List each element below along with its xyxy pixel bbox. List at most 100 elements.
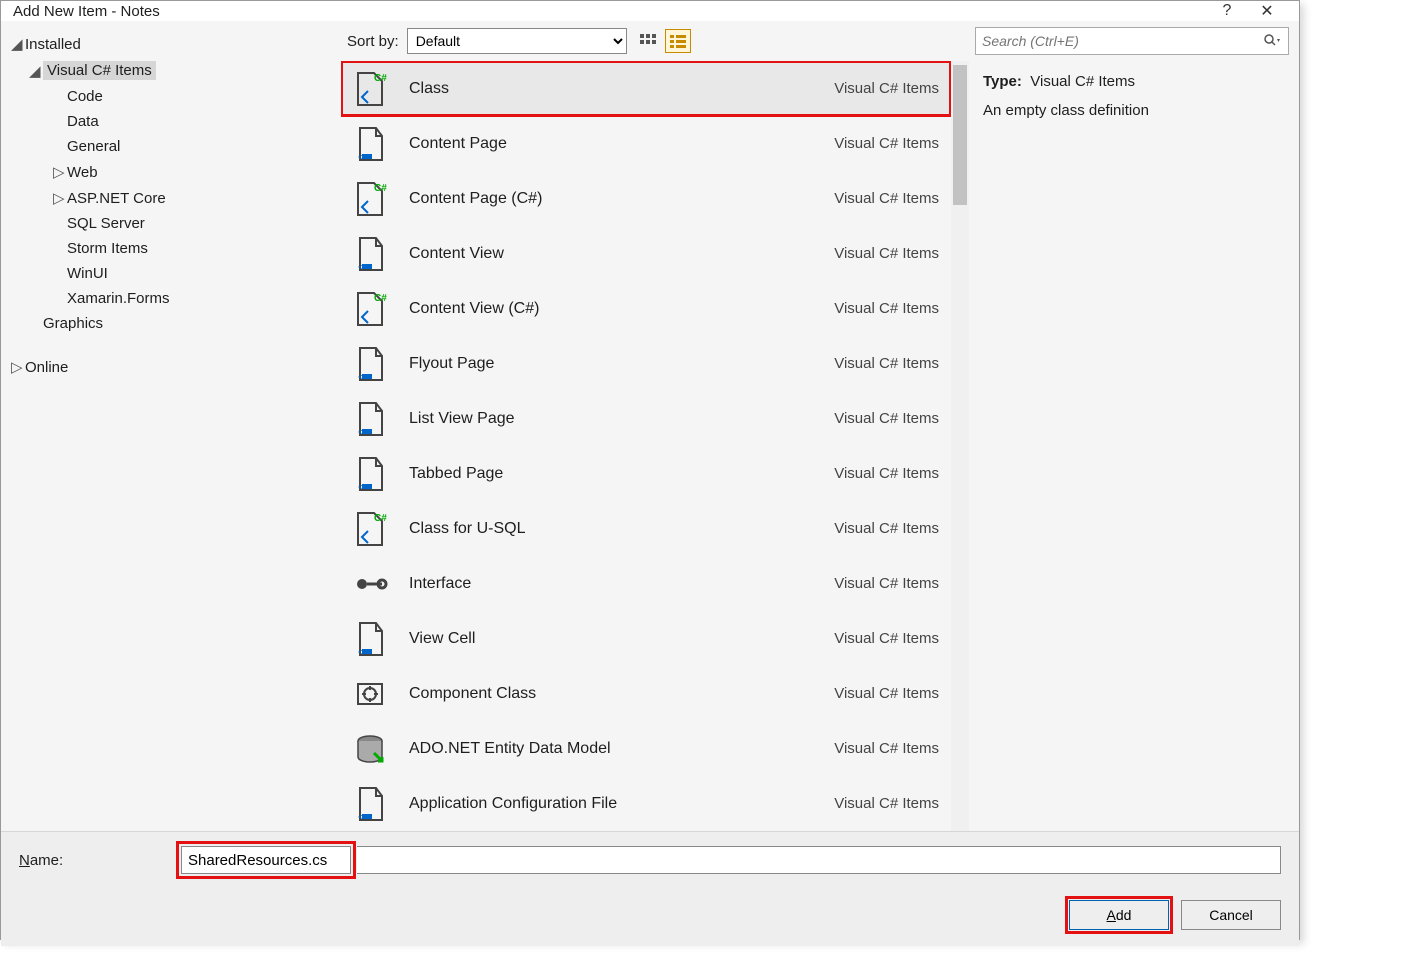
sort-dropdown[interactable]: Default (407, 28, 627, 54)
svg-text:< >: < > (358, 427, 371, 437)
template-row[interactable]: InterfaceVisual C# Items (341, 556, 951, 611)
template-category: Visual C# Items (834, 575, 939, 592)
template-category: Visual C# Items (834, 355, 939, 372)
template-icon: < > (349, 343, 391, 385)
svg-text:< >: < > (358, 647, 371, 657)
help-icon[interactable]: ? (1207, 2, 1247, 20)
template-icon: C# (349, 508, 391, 550)
name-input-extended[interactable] (357, 846, 1281, 874)
template-row[interactable]: < > List View PageVisual C# Items (341, 391, 951, 446)
template-row[interactable]: C# Class for U-SQLVisual C# Items (341, 501, 951, 556)
template-category: Visual C# Items (834, 190, 939, 207)
add-new-item-dialog: Add New Item - Notes ? ✕ ◢Installed ◢Vis… (0, 0, 1300, 940)
svg-text:C#: C# (374, 513, 387, 524)
details-panel: Type: Visual C# Items An empty class def… (969, 21, 1299, 831)
tree-item-aspnet-core[interactable]: ▷ASP.NET Core (7, 185, 341, 211)
tree-item-sql-server[interactable]: SQL Server (7, 211, 341, 236)
scrollbar[interactable] (951, 61, 969, 831)
tree-item-winui[interactable]: WinUI (7, 261, 341, 286)
scrollbar-thumb[interactable] (953, 65, 967, 205)
bottom-panel: Name: Add Cancel (1, 831, 1299, 946)
name-label: Name: (19, 852, 169, 869)
tree-root-online[interactable]: ▷Online (7, 354, 341, 380)
template-category: Visual C# Items (834, 795, 939, 812)
category-tree: ◢Installed ◢Visual C# Items Code Data Ge… (1, 21, 341, 831)
cancel-button[interactable]: Cancel (1181, 900, 1281, 930)
template-icon: < > (349, 233, 391, 275)
search-box[interactable] (975, 27, 1289, 55)
tree-item-code[interactable]: Code (7, 84, 341, 109)
template-category: Visual C# Items (834, 410, 939, 427)
template-icon: C# (349, 288, 391, 330)
template-name: Content Page (409, 135, 834, 153)
template-category: Visual C# Items (834, 685, 939, 702)
template-category: Visual C# Items (834, 245, 939, 262)
template-name: Flyout Page (409, 355, 834, 373)
template-category: Visual C# Items (834, 520, 939, 537)
template-name: View Cell (409, 630, 834, 648)
tree-item-graphics[interactable]: Graphics (7, 311, 341, 336)
tree-item-data[interactable]: Data (7, 109, 341, 134)
template-icon (349, 728, 391, 770)
search-icon[interactable] (1264, 34, 1282, 48)
svg-text:C#: C# (374, 183, 387, 194)
search-input[interactable] (982, 33, 1264, 49)
template-row[interactable]: < >Content PageVisual C# Items (341, 116, 951, 171)
svg-text:C#: C# (374, 73, 387, 84)
template-name: Class for U-SQL (409, 520, 834, 538)
template-name: Interface (409, 575, 834, 593)
template-name: Tabbed Page (409, 465, 834, 483)
name-row: Name: (19, 844, 1281, 876)
tree-item-visual-csharp-items[interactable]: ◢Visual C# Items (7, 57, 341, 84)
view-list-icon[interactable] (665, 29, 691, 53)
template-toolbar: Sort by: Default (341, 21, 969, 61)
template-name: List View Page (409, 410, 834, 428)
tree-item-storm-items[interactable]: Storm Items (7, 236, 341, 261)
template-name: Application Configuration File (409, 795, 834, 813)
template-name: Content Page (C#) (409, 190, 834, 208)
template-icon: < > (349, 618, 391, 660)
svg-text:< >: < > (358, 812, 371, 822)
template-list[interactable]: C#ClassVisual C# Items< >Content PageVis… (341, 61, 951, 831)
template-name: Content View (C#) (409, 300, 834, 318)
template-category: Visual C# Items (834, 465, 939, 482)
template-category: Visual C# Items (834, 740, 939, 757)
svg-text:< >: < > (358, 482, 371, 492)
template-row[interactable]: C# ClassVisual C# Items (341, 61, 951, 116)
template-icon (349, 563, 391, 605)
template-row[interactable]: C# Content Page (C#)Visual C# Items (341, 171, 951, 226)
type-row: Type: Visual C# Items (983, 73, 1285, 90)
tree-item-xamarin-forms[interactable]: Xamarin.Forms (7, 286, 341, 311)
svg-text:< >: < > (358, 152, 371, 162)
tree-root-installed[interactable]: ◢Installed (7, 31, 341, 57)
svg-text:C#: C# (374, 293, 387, 304)
titlebar: Add New Item - Notes ? ✕ (1, 1, 1299, 21)
name-input[interactable] (181, 846, 351, 874)
window-title: Add New Item - Notes (13, 3, 160, 20)
template-row[interactable]: < > Flyout PageVisual C# Items (341, 336, 951, 391)
template-icon: < > (349, 783, 391, 825)
add-button[interactable]: Add (1069, 900, 1169, 930)
template-category: Visual C# Items (834, 300, 939, 317)
template-row[interactable]: Component ClassVisual C# Items (341, 666, 951, 721)
template-name: Content View (409, 245, 834, 263)
tree-item-web[interactable]: ▷Web (7, 159, 341, 185)
template-category: Visual C# Items (834, 80, 939, 97)
template-row[interactable]: C# Content View (C#)Visual C# Items (341, 281, 951, 336)
view-toggle (635, 29, 691, 53)
template-row[interactable]: < > Application Configuration FileVisual … (341, 776, 951, 831)
sort-label: Sort by: (347, 33, 399, 50)
template-icon (349, 673, 391, 715)
template-name: Class (409, 80, 834, 98)
type-description: An empty class definition (983, 102, 1285, 119)
template-icon: C# (349, 68, 391, 110)
close-icon[interactable]: ✕ (1247, 1, 1287, 21)
template-row[interactable]: < > Tabbed PageVisual C# Items (341, 446, 951, 501)
template-name: Component Class (409, 685, 834, 703)
template-icon: < > (349, 398, 391, 440)
view-grid-icon[interactable] (635, 29, 661, 53)
template-row[interactable]: ADO.NET Entity Data ModelVisual C# Items (341, 721, 951, 776)
tree-item-general[interactable]: General (7, 134, 341, 159)
template-row[interactable]: < >View CellVisual C# Items (341, 611, 951, 666)
template-row[interactable]: < > Content ViewVisual C# Items (341, 226, 951, 281)
